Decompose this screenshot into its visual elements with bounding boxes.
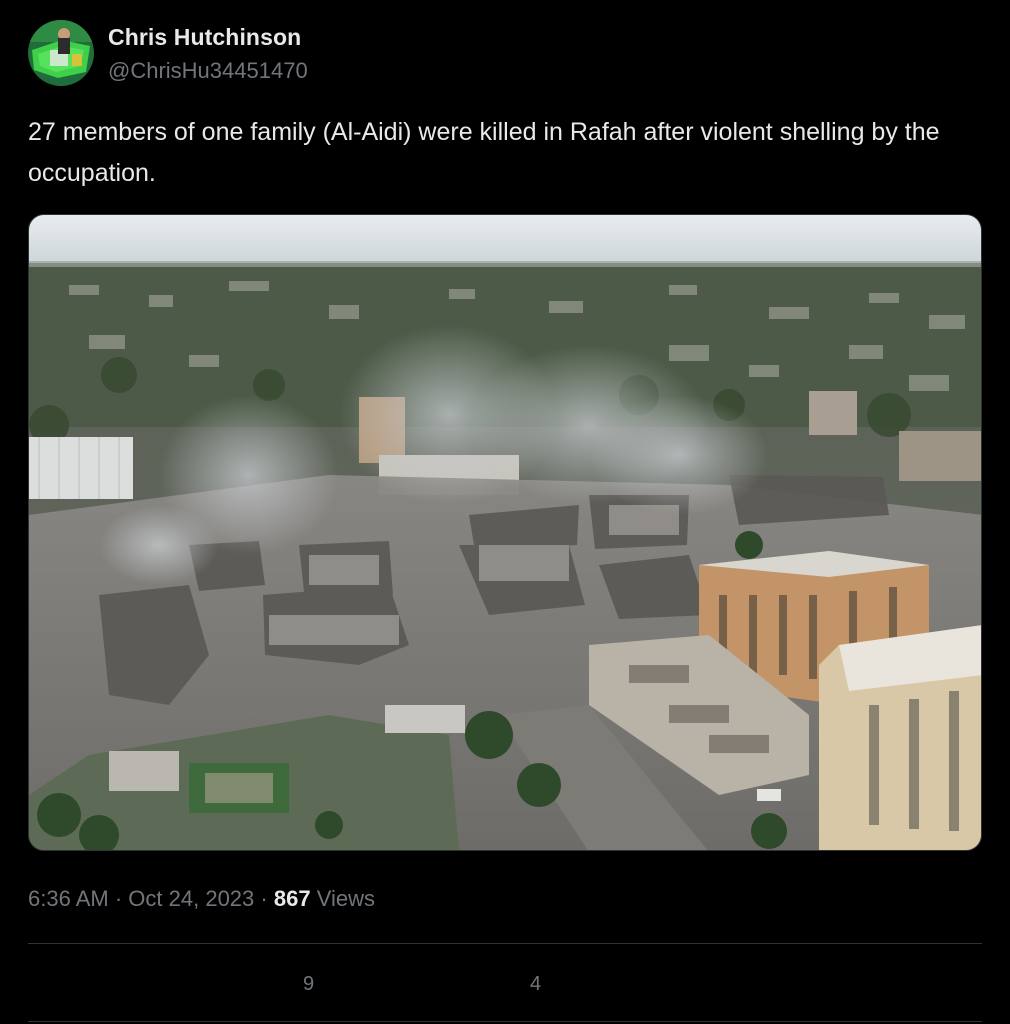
divider — [28, 1021, 982, 1022]
views-label: Views — [316, 886, 375, 911]
avatar[interactable] — [28, 20, 94, 86]
meta-separator: · — [260, 886, 268, 911]
tweet-header: Chris Hutchinson @ChrisHu34451470 — [28, 20, 308, 86]
tweet-detail: Chris Hutchinson @ChrisHu34451470 27 mem… — [0, 0, 1010, 1024]
tweet-text: 27 members of one family (Al-Aidi) were … — [28, 118, 940, 187]
user-names: Chris Hutchinson @ChrisHu34451470 — [108, 24, 308, 84]
tweet-date[interactable]: Oct 24, 2023 — [128, 886, 254, 911]
tweet-time[interactable]: 6:36 AM — [28, 886, 109, 911]
meta-separator: · — [114, 886, 123, 911]
tweet-photo[interactable] — [28, 214, 982, 851]
display-name[interactable]: Chris Hutchinson — [108, 24, 308, 50]
avatar-image — [28, 20, 94, 86]
repost-count[interactable]: 9 — [303, 972, 314, 996]
aerial-destruction-photo — [29, 215, 981, 850]
views-count: 867 — [273, 886, 311, 911]
user-handle[interactable]: @ChrisHu34451470 — [108, 58, 308, 84]
like-count[interactable]: 4 — [530, 972, 541, 996]
divider — [28, 943, 982, 944]
tweet-meta: 6:36 AM · Oct 24, 2023 · 867 Views — [28, 884, 375, 914]
